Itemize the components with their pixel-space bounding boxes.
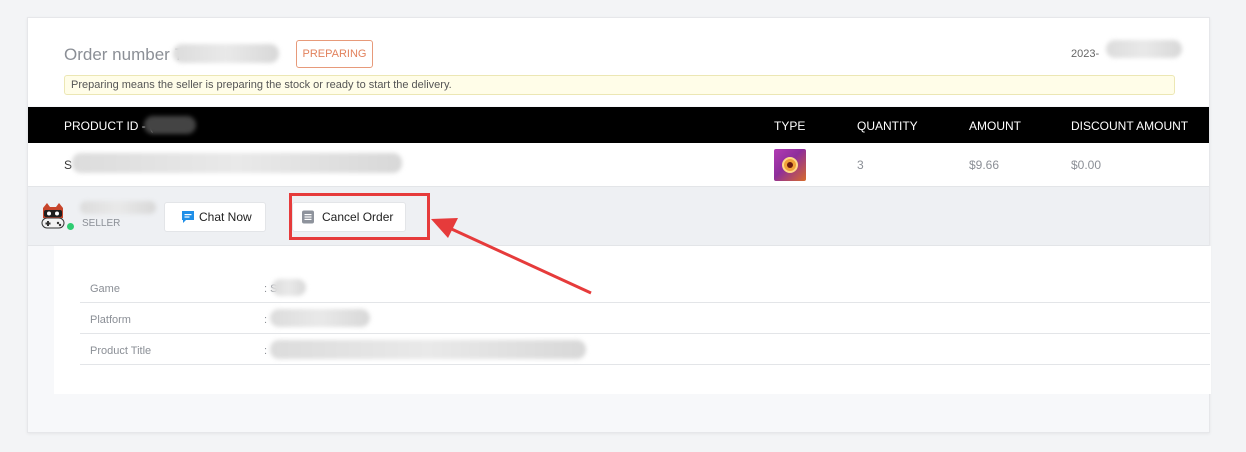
annotation-arrow-icon	[431, 218, 592, 295]
